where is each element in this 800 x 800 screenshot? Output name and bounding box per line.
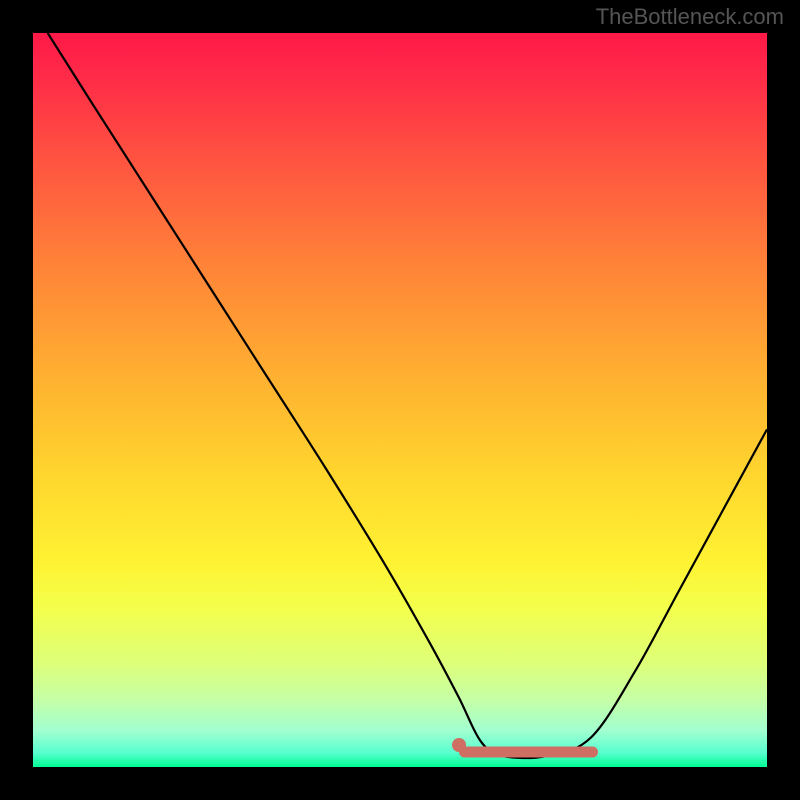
watermark-text: TheBottleneck.com xyxy=(596,4,784,30)
optimal-marker-layer xyxy=(33,33,767,767)
optimal-range-bar xyxy=(459,747,598,758)
chart-plot-area xyxy=(33,33,767,767)
